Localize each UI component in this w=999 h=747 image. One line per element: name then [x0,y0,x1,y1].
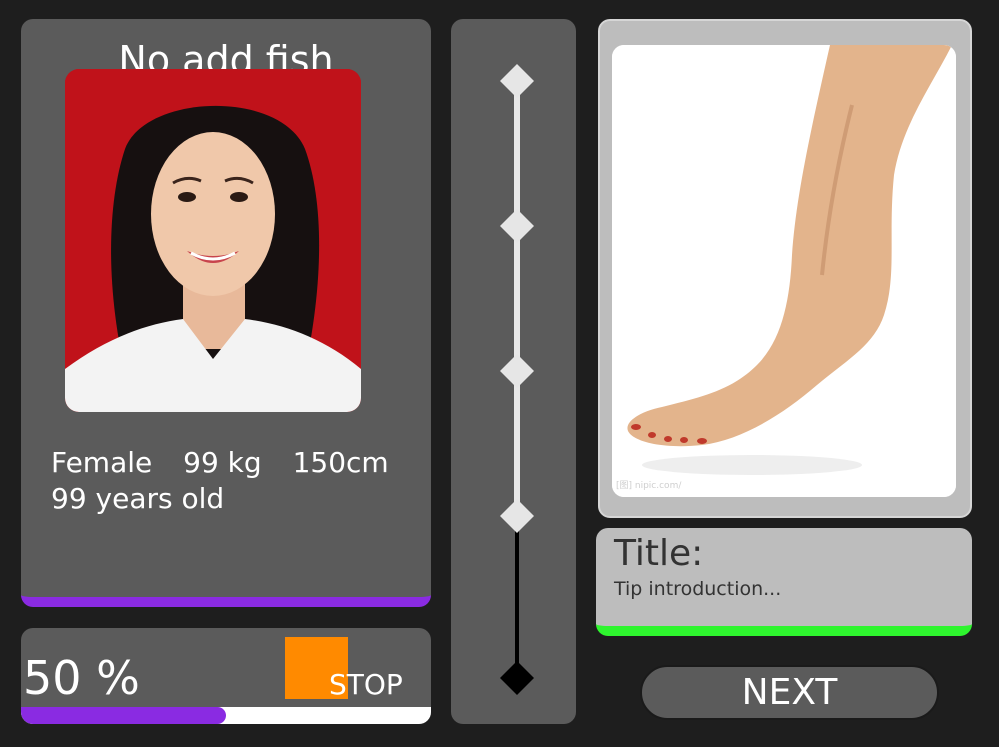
profile-stats: Female 99 kg 150cm 99 years old [51,445,411,517]
height-text: 150cm [292,446,389,479]
tip-text: Tip introduction... [614,578,782,600]
foot-photo: [图] nipic.com/ [612,45,956,497]
diamond-handle-icon[interactable] [500,499,534,533]
progress-value: 50 % [23,651,140,705]
slider-svg[interactable] [451,19,576,724]
image-panel: [图] nipic.com/ [598,19,972,518]
tip-card: Title: Tip introduction... [596,528,972,636]
next-button[interactable]: NEXT [640,665,939,720]
progress-track [21,707,431,724]
diamond-handle-icon[interactable] [500,661,534,695]
level-slider[interactable] [451,19,576,724]
watermark-text: [图] nipic.com/ [616,481,682,491]
tip-title: Title: [614,533,704,574]
age-text: 99 years old [51,482,225,515]
profile-photo [65,69,361,412]
diamond-handle-icon[interactable] [500,64,534,98]
gender-text: Female [51,446,153,479]
stop-button[interactable]: STOP [329,668,403,702]
weight-text: 99 kg [183,446,262,479]
profile-card: No add fish Female 99 kg 150cm 99 years … [21,19,431,607]
progress-card: 50 % STOP [21,628,431,724]
diamond-handle-icon[interactable] [500,354,534,388]
progress-fill [21,707,226,724]
diamond-handle-icon[interactable] [500,209,534,243]
